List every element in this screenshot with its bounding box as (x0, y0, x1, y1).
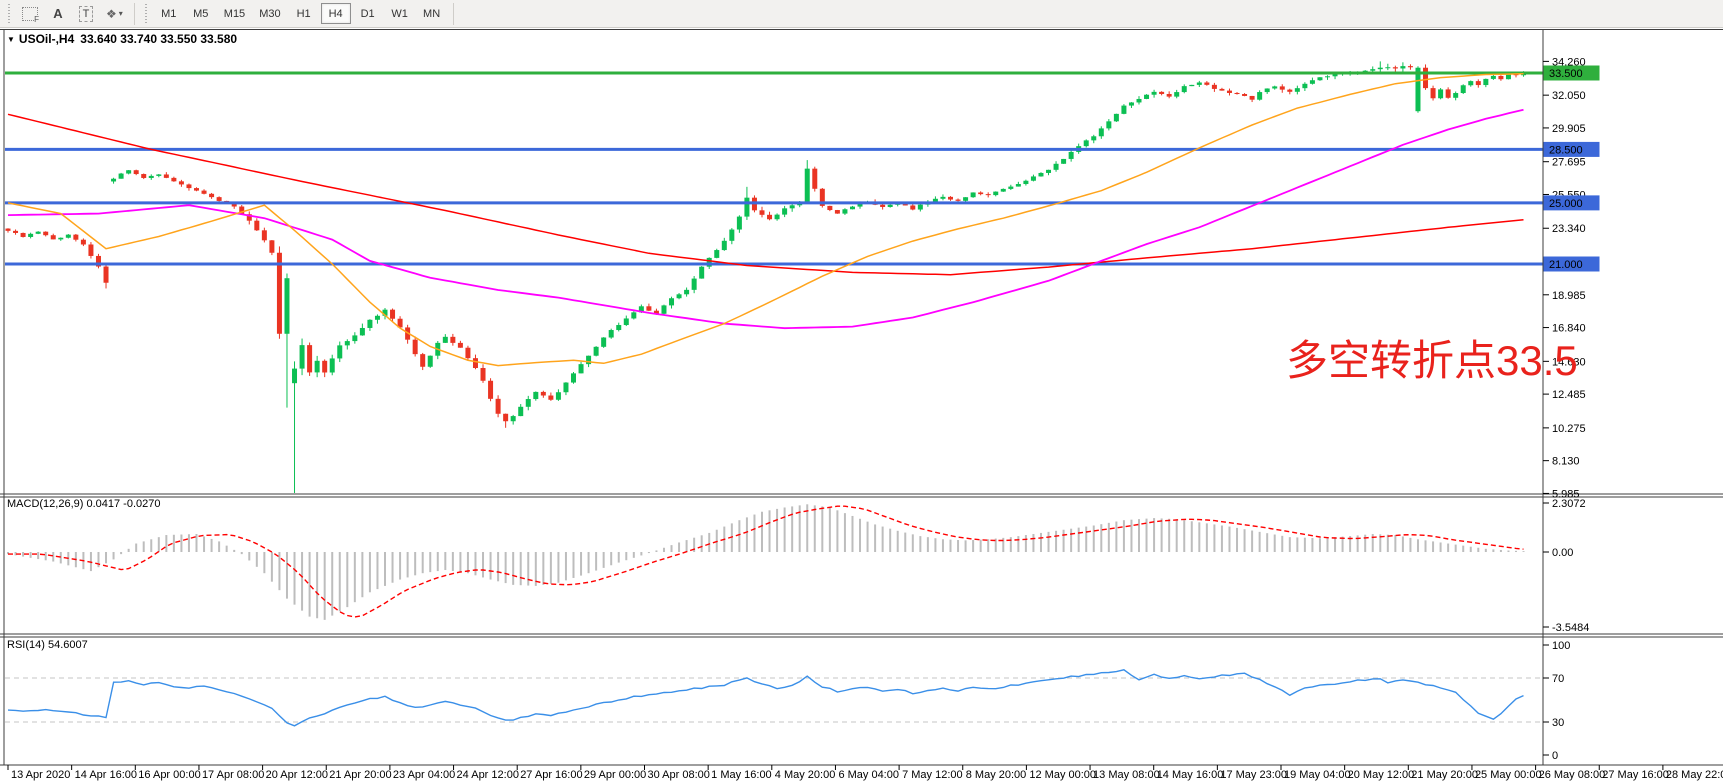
time-axis-label: 19 May 04:00 (1284, 769, 1351, 781)
price-badge-label: 28.500 (1549, 144, 1583, 156)
price-tick-label: 18.985 (1552, 290, 1586, 302)
price-badge-label: 21.000 (1549, 259, 1583, 271)
candlesticks (6, 61, 1527, 493)
time-axis-label: 17 May 23:00 (1220, 769, 1287, 781)
price-tick-label: 16.840 (1552, 323, 1586, 335)
time-axis-label: 14 May 16:00 (1157, 769, 1224, 781)
time-axis-label: 6 May 04:00 (838, 769, 899, 781)
price-badge-label: 25.000 (1549, 198, 1583, 210)
chart-dropdown-icon[interactable]: ▼ (7, 35, 15, 44)
moving-averages (8, 74, 1524, 366)
time-axis-label: 13 Apr 2020 (11, 769, 70, 781)
rsi-panel[interactable] (5, 670, 1543, 726)
horizontal-line-objects[interactable] (5, 73, 1543, 264)
macd-tick-label: 0.00 (1552, 547, 1573, 559)
font-button[interactable]: A (45, 3, 71, 25)
time-axis-label: 26 May 08:00 (1539, 769, 1606, 781)
objects-icon: ❖ (106, 7, 117, 21)
timeframe-d1[interactable]: D1 (353, 3, 383, 24)
mt4-chart-window: F A T ❖ ▾ M1 M5 M15 M30 H1 H4 D1 W1 MN 3… (0, 0, 1723, 784)
time-axis-label: 21 May 20:00 (1411, 769, 1478, 781)
time-axis-label: 16 Apr 00:00 (138, 769, 200, 781)
time-axis-label: 20 Apr 12:00 (266, 769, 328, 781)
indicator-axes[interactable]: 2.3072 0.00 -3.5484 100 70 30 0 (1543, 498, 1589, 762)
toolbar-separator (453, 3, 454, 25)
chart-text-annotation[interactable]: 多空转折点33.5 (1286, 337, 1578, 385)
objects-dropdown-button[interactable]: ❖ ▾ (101, 3, 128, 25)
time-axis-label: 24 Apr 12:00 (457, 769, 519, 781)
font-a-icon: A (53, 6, 62, 21)
macd-tick-label: 2.3072 (1552, 498, 1586, 510)
time-axis-label: 20 May 12:00 (1348, 769, 1415, 781)
rsi-tick-label: 30 (1552, 717, 1564, 729)
macd-indicator-label: MACD(12,26,9) 0.0417 -0.0270 (7, 498, 160, 510)
time-axis-label: 30 Apr 08:00 (648, 769, 710, 781)
timeframe-m30[interactable]: M30 (253, 3, 286, 24)
timeframe-m15[interactable]: M15 (218, 3, 251, 24)
time-axis[interactable]: 13 Apr 2020 14 Apr 16:0016 Apr 00:0017 Ap… (8, 765, 1723, 781)
timeframe-m1[interactable]: M1 (154, 3, 184, 24)
rsi-indicator-label: RSI(14) 54.6007 (7, 639, 88, 651)
timeframe-h4[interactable]: H4 (321, 3, 351, 24)
ma-slow-red (8, 114, 1524, 274)
macd-panel[interactable] (8, 504, 1524, 620)
time-axis-label: 27 May 16:00 (1602, 769, 1669, 781)
chart-plot-area[interactable]: 34.26032.05029.90527.69525.55023.34018.9… (0, 0, 1723, 784)
time-axis-label: 8 May 20:00 (966, 769, 1027, 781)
rsi-tick-label: 70 (1552, 673, 1564, 685)
toolbar: F A T ❖ ▾ M1 M5 M15 M30 H1 H4 D1 W1 MN (0, 0, 1723, 28)
toolbar-drag-handle[interactable] (7, 4, 12, 24)
time-axis-label: 17 Apr 08:00 (202, 769, 264, 781)
price-tick-label: 27.695 (1552, 157, 1586, 169)
price-tick-label: 23.340 (1552, 223, 1586, 235)
chart-symbol: USOil-,H4 (19, 32, 74, 46)
time-axis-label: 28 May 22:00 (1666, 769, 1723, 781)
macd-tick-label: -3.5484 (1552, 622, 1589, 634)
timeframe-mn[interactable]: MN (417, 3, 447, 24)
chart-title: ▼ USOil-,H4 33.640 33.740 33.550 33.580 (7, 32, 237, 46)
price-tick-label: 32.050 (1552, 90, 1586, 102)
time-axis-label: 1 May 16:00 (711, 769, 772, 781)
toolbar-separator (134, 3, 135, 25)
macd-signal-line (8, 506, 1524, 617)
time-axis-label: 12 May 00:00 (1029, 769, 1096, 781)
rsi-tick-label: 100 (1552, 640, 1570, 652)
time-axis-label: 4 May 20:00 (775, 769, 836, 781)
time-axis-label: 14 Apr 16:00 (75, 769, 137, 781)
time-axis-label: 21 Apr 20:00 (329, 769, 391, 781)
snap-grid-f-icon: F (22, 7, 38, 21)
text-box-button[interactable]: T (73, 3, 99, 25)
price-tick-label: 8.130 (1552, 456, 1580, 468)
timeframe-drag-handle[interactable] (144, 4, 149, 24)
rsi-tick-label: 0 (1552, 750, 1558, 762)
price-tick-label: 29.905 (1552, 123, 1586, 135)
price-badge-label: 33.500 (1549, 68, 1583, 80)
chevron-down-icon: ▾ (119, 9, 123, 18)
snap-grid-f-button[interactable]: F (17, 3, 43, 25)
ma-fast-orange (8, 74, 1524, 366)
time-axis-label: 27 Apr 16:00 (520, 769, 582, 781)
ma-mid-magenta (8, 110, 1524, 329)
chart-ohlc-values: 33.640 33.740 33.550 33.580 (80, 32, 237, 46)
time-axis-label: 13 May 08:00 (1093, 769, 1160, 781)
time-axis-label: 7 May 12:00 (902, 769, 963, 781)
panel-frame (0, 29, 1723, 765)
time-axis-label: 25 May 00:00 (1475, 769, 1542, 781)
timeframe-w1[interactable]: W1 (385, 3, 415, 24)
price-tick-label: 12.485 (1552, 389, 1586, 401)
timeframe-m5[interactable]: M5 (186, 3, 216, 24)
price-axis[interactable]: 34.26032.05029.90527.69525.55023.34018.9… (1543, 56, 1600, 500)
price-tick-label: 10.275 (1552, 423, 1586, 435)
time-axis-label: 23 Apr 04:00 (393, 769, 455, 781)
text-box-icon: T (79, 6, 94, 22)
timeframe-h1[interactable]: H1 (289, 3, 319, 24)
time-axis-label: 29 Apr 00:00 (584, 769, 646, 781)
